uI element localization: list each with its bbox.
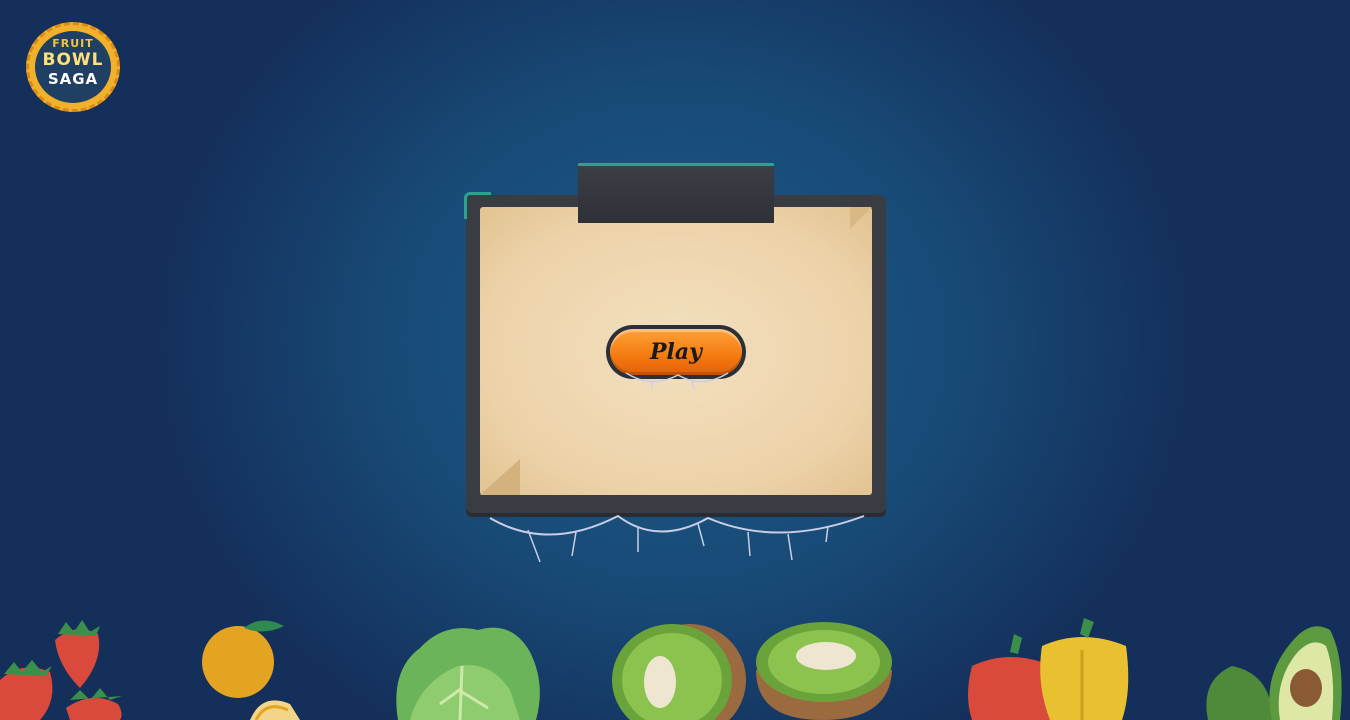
produce-decoration bbox=[0, 618, 1342, 720]
lettuce-icon bbox=[396, 627, 540, 720]
logo-text-bowl: BOWL bbox=[42, 50, 104, 70]
kiwi-icon bbox=[756, 622, 892, 720]
game-logo: FRUIT BOWL SAGA bbox=[26, 22, 120, 112]
strawberry-icon bbox=[0, 620, 122, 720]
paper-fold-bottom-left bbox=[480, 459, 520, 495]
board-header-plank bbox=[578, 163, 774, 223]
yellow-pepper-icon bbox=[1040, 618, 1129, 720]
avocado-icon bbox=[1206, 626, 1342, 720]
kiwi-icon bbox=[612, 624, 746, 720]
button-cobweb bbox=[625, 372, 729, 390]
orange-icon bbox=[202, 620, 300, 720]
play-button-label: Play bbox=[650, 339, 702, 365]
paper-fold-top-right bbox=[850, 207, 872, 229]
logo-text-saga: SAGA bbox=[47, 70, 99, 88]
cobweb-decoration bbox=[489, 514, 865, 563]
logo-text-fruit: FRUIT bbox=[52, 37, 94, 50]
play-button-container: Play bbox=[606, 325, 746, 390]
